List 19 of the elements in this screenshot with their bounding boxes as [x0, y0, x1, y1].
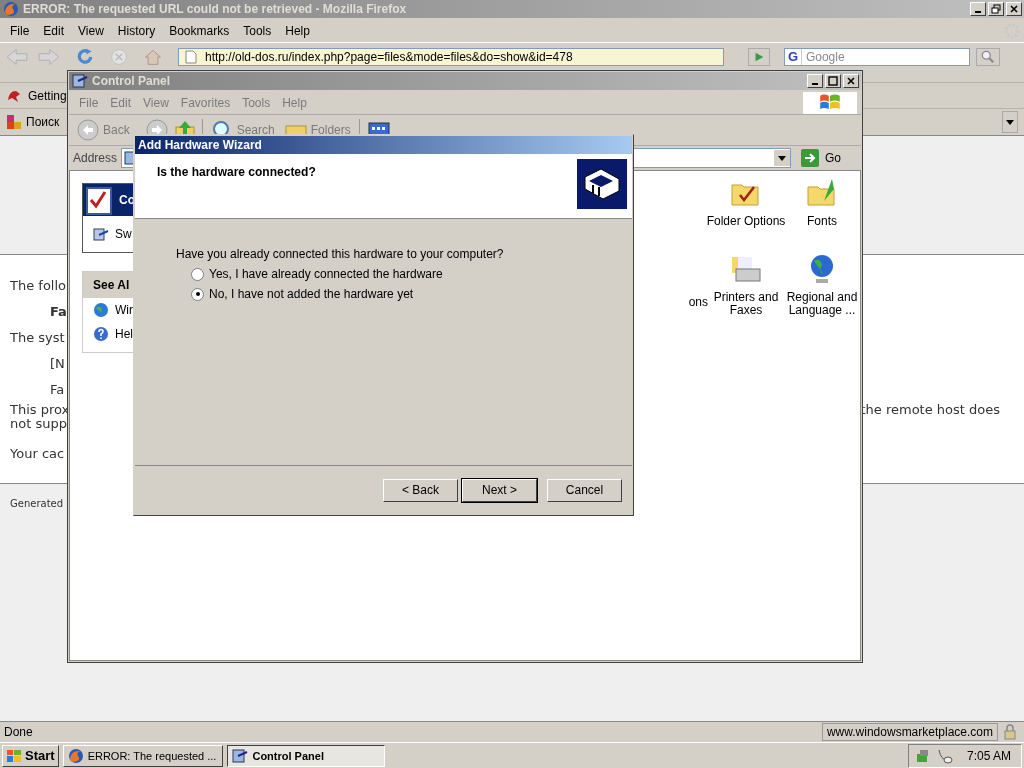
error-text: Fa [50, 303, 67, 321]
wizard-heading: Is the hardware connected? [157, 165, 316, 179]
clock-text: 7:05 AM [966, 748, 1011, 763]
question-text: Have you already connected this hardware to your computer? [176, 247, 504, 261]
error-text: not supp [10, 417, 67, 431]
window-title: ERROR: The requested URL could not be retrieved - Mozilla Firefox [23, 2, 408, 16]
status-text: Done [4, 725, 34, 739]
error-text: Your cac [10, 445, 65, 463]
icon-label: ons [688, 295, 708, 309]
status-site-text: www.windowsmarketplace.com [821, 723, 998, 741]
error-text: [N [50, 355, 65, 373]
window-title: Add Hardware Wizard [138, 138, 263, 152]
footer-text: Generated [10, 498, 64, 509]
window-title: Control Panel [92, 74, 171, 88]
error-text: The follo [10, 277, 67, 295]
error-text: The syst [10, 329, 65, 347]
error-text: Fa [50, 381, 65, 399]
panel-title: See Al [93, 278, 130, 292]
address-label: Address [73, 151, 118, 165]
